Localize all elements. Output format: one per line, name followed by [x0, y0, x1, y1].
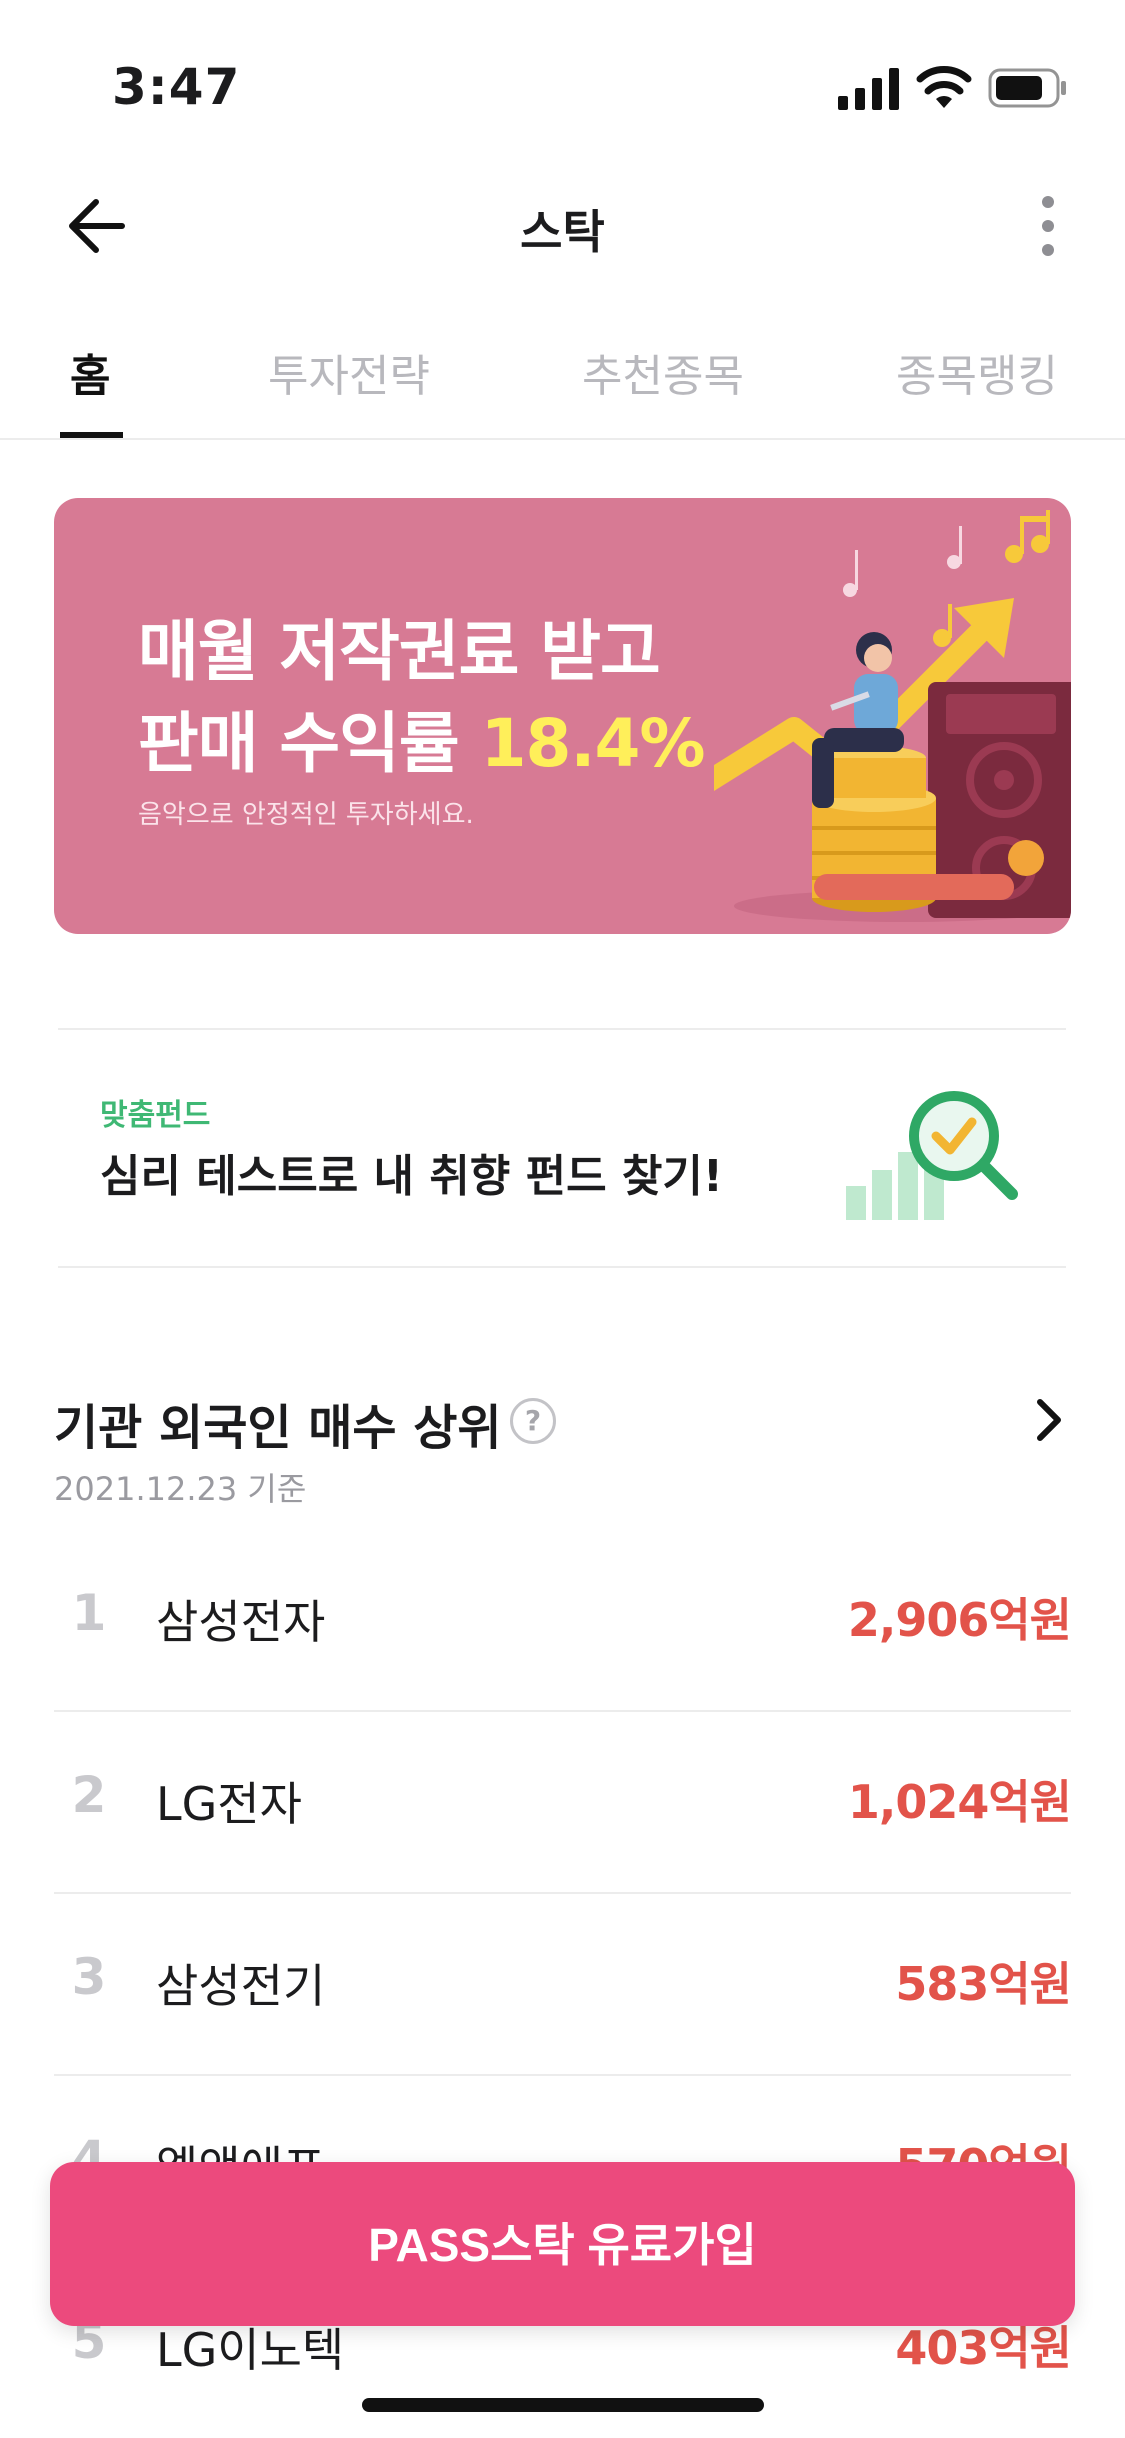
stock-name: 삼성전자 [156, 1595, 326, 1649]
custom-fund-card[interactable]: 맞춤펀드 심리 테스트로 내 취향 펀드 찾기! [58, 1028, 1066, 1268]
chevron-right-icon[interactable] [1024, 1390, 1074, 1450]
banner-headline-line1: 매월 저작권료 받고 [138, 613, 661, 690]
stock-name: 삼성전기 [156, 1959, 326, 2013]
home-indicator [362, 2398, 764, 2412]
nav-bar: 스탁 [0, 170, 1125, 280]
fund-search-magnifier-icon [846, 1091, 1018, 1220]
ranking-row[interactable]: 1 삼성전자 2,906억원 [54, 1530, 1072, 1712]
tab-bar: 홈 투자전략 추천종목 종목랭킹 [0, 300, 1125, 440]
ranking-title: 기관 외국인 매수 상위 [54, 1400, 502, 1456]
fund-card-title: 심리 테스트로 내 취향 펀드 찾기! [100, 1151, 723, 1202]
tab-stock-ranking[interactable]: 종목랭킹 [896, 340, 1058, 404]
banner-return-rate: 18.4% [480, 705, 706, 782]
paid-subscription-button[interactable]: PASS스탁 유료가입 [50, 2162, 1075, 2326]
status-bar: 3:47 [0, 0, 1125, 170]
banner-headline-line2: 판매 수익률 18.4% [138, 690, 706, 786]
promo-banner[interactable]: 매월 저작권료 받고 판매 수익률 18.4% 음악으로 안정적인 투자하세요. [54, 498, 1071, 934]
wifi-icon [916, 66, 972, 108]
banner-subtitle: 음악으로 안정적인 투자하세요. [138, 800, 474, 830]
music-investment-illustration [714, 510, 1071, 922]
tab-recommended-stocks[interactable]: 추천종목 [582, 340, 744, 404]
ranking-row[interactable]: 3 삼성전기 583억원 [54, 1894, 1072, 2076]
help-question-icon[interactable]: ? [510, 1398, 556, 1444]
fund-tag: 맞춤펀드 [100, 1098, 211, 1133]
tab-home[interactable]: 홈 [70, 340, 110, 404]
buy-amount: 583억원 [895, 1957, 1072, 2011]
rank-number: 1 [71, 1584, 107, 1642]
status-time: 3:47 [112, 58, 241, 116]
ranking-header: 기관 외국인 매수 상위 ? 2021.12.23 기준 [54, 1380, 1071, 1510]
tab-active-indicator [60, 432, 123, 438]
rank-number: 3 [71, 1948, 107, 2006]
buy-amount: 2,906억원 [847, 1593, 1072, 1647]
rank-number: 2 [71, 1766, 107, 1824]
stock-name: LG전자 [156, 1777, 302, 1831]
tab-investment-strategy[interactable]: 투자전략 [268, 340, 430, 404]
buy-amount: 1,024억원 [847, 1775, 1072, 1829]
ranking-row[interactable]: 2 LG전자 1,024억원 [54, 1712, 1072, 1894]
ranking-date: 2021.12.23 기준 [54, 1470, 307, 1508]
cellular-signal-icon [838, 68, 899, 110]
more-vertical-icon[interactable] [1026, 188, 1070, 264]
banner-headline-prefix: 판매 수익률 [138, 705, 481, 782]
page-title: 스탁 [520, 205, 605, 259]
battery-icon [988, 68, 1066, 108]
